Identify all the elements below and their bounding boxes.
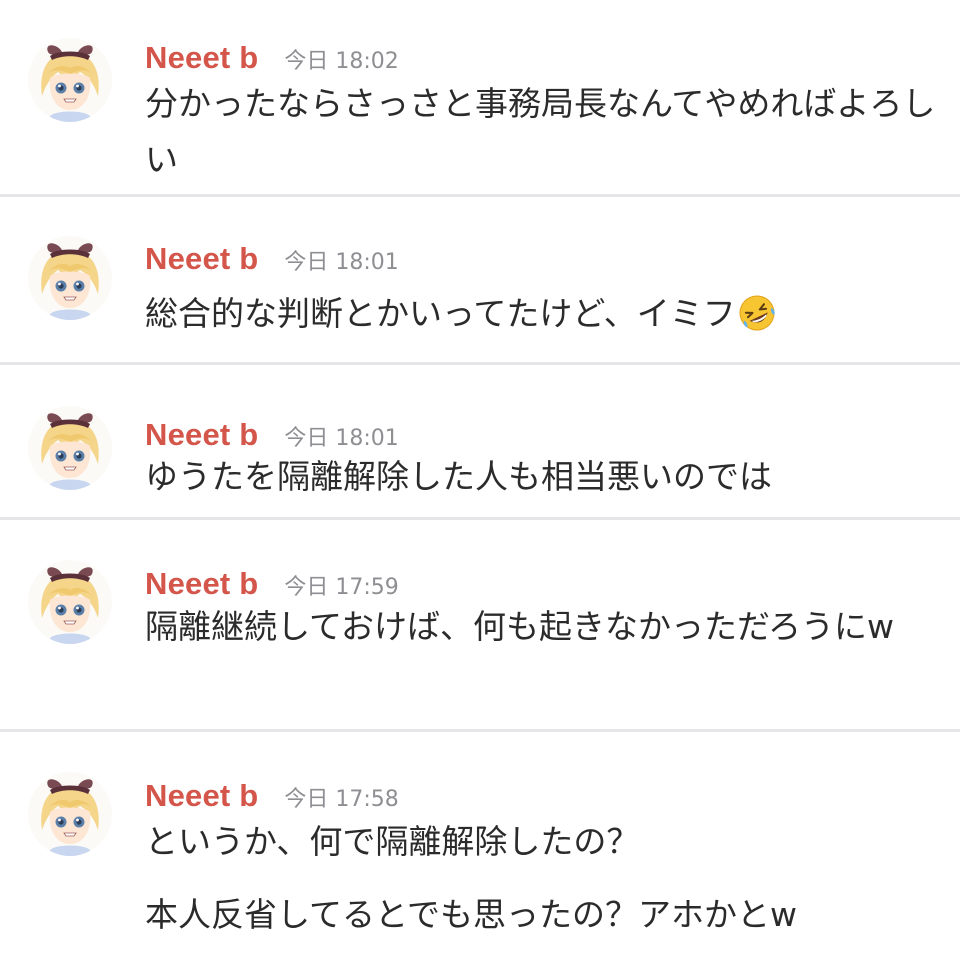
message-body: 隔離継続しておけば、何も起きなかっただろうにw — [145, 599, 938, 655]
message-item[interactable]: Neeet b 今日 17:59 隔離継続しておけば、何も起きなかっただろうにw — [0, 520, 960, 729]
timestamp: 今日 18:02 — [284, 49, 399, 74]
message-text: というか、何で隔離解除したの？ — [145, 822, 640, 861]
avatar[interactable] — [28, 406, 112, 490]
message-text: 分かったならさっさと事務局長なんてやめればよろしい — [145, 84, 936, 179]
timestamp: 今日 18:01 — [284, 426, 399, 451]
timestamp: 今日 17:59 — [284, 575, 399, 600]
avatar[interactable] — [28, 772, 112, 856]
message-body: 分かったならさっさと事務局長なんてやめればよろしい — [145, 76, 938, 188]
anime-avatar-icon — [28, 38, 112, 122]
message-body: というか、何で隔離解除したの？ 本人反省してるとでも思ったの？アホかとw — [145, 814, 938, 943]
author-name[interactable]: Neeet b — [145, 241, 258, 277]
message-item[interactable]: Neeet b 今日 17:58 というか、何で隔離解除したの？ 本人反省してる… — [0, 732, 960, 953]
author-name[interactable]: Neeet b — [145, 40, 258, 76]
timestamp: 今日 18:01 — [284, 250, 399, 275]
message-text: 隔離継続しておけば、何も起きなかっただろうにw — [145, 607, 895, 646]
anime-avatar-icon — [28, 560, 112, 644]
author-name[interactable]: Neeet b — [145, 417, 258, 453]
message-header: Neeet b 今日 18:01 — [145, 241, 399, 281]
message-header: Neeet b 今日 18:02 — [145, 40, 399, 80]
rolling-on-floor-laughing-emoji — [738, 293, 776, 349]
timestamp: 今日 17:58 — [284, 787, 399, 812]
message-feed: Neeet b 今日 18:02 分かったならさっさと事務局長なんてやめればよろ… — [0, 0, 960, 953]
anime-avatar-icon — [28, 772, 112, 856]
message-item[interactable]: Neeet b 今日 18:01 総合的な判断とかいってたけど、イミフ — [0, 197, 960, 362]
message-body: 総合的な判断とかいってたけど、イミフ — [145, 286, 938, 349]
anime-avatar-icon — [28, 406, 112, 490]
message-item[interactable]: Neeet b 今日 18:02 分かったならさっさと事務局長なんてやめればよろ… — [0, 0, 960, 194]
message-text-content: 総合的な判断とかいってたけど、イミフ — [145, 294, 736, 333]
avatar[interactable] — [28, 38, 112, 122]
message-text: ゆうたを隔離解除した人も相当悪いのでは — [145, 457, 772, 496]
avatar[interactable] — [28, 560, 112, 644]
message-header: Neeet b 今日 17:58 — [145, 778, 399, 818]
author-name[interactable]: Neeet b — [145, 566, 258, 602]
message-text: 総合的な判断とかいってたけど、イミフ — [145, 286, 938, 349]
author-name[interactable]: Neeet b — [145, 778, 258, 814]
avatar[interactable] — [28, 236, 112, 320]
message-text: 本人反省してるとでも思ったの？アホかとw — [145, 895, 798, 934]
anime-avatar-icon — [28, 236, 112, 320]
message-body: ゆうたを隔離解除した人も相当悪いのでは — [145, 449, 938, 505]
message-item[interactable]: Neeet b 今日 18:01 ゆうたを隔離解除した人も相当悪いのでは — [0, 365, 960, 517]
